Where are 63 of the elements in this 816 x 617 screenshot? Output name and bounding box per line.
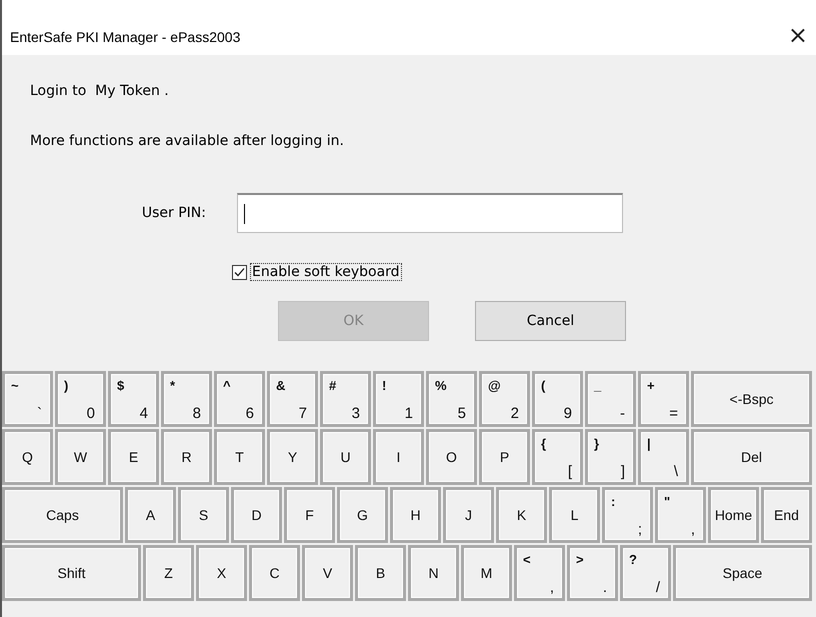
- cancel-button[interactable]: Cancel: [475, 301, 626, 341]
- key[interactable]: > .: [567, 545, 618, 601]
- checkbox-label[interactable]: Enable soft keyboard: [250, 263, 402, 281]
- key[interactable]: U: [320, 429, 371, 485]
- key[interactable]: F: [284, 487, 335, 543]
- key[interactable]: O: [426, 429, 477, 485]
- key[interactable]: ! 1: [373, 371, 424, 427]
- key[interactable]: Space: [673, 545, 812, 601]
- key[interactable]: X: [196, 545, 247, 601]
- key[interactable]: D: [231, 487, 282, 543]
- checkbox[interactable]: [232, 264, 247, 280]
- key[interactable]: G: [337, 487, 388, 543]
- window-title: EnterSafe PKI Manager - ePass2003: [10, 29, 240, 45]
- key[interactable]: ? /: [620, 545, 671, 601]
- key[interactable]: & 7: [267, 371, 318, 427]
- key[interactable]: ( 9: [532, 371, 583, 427]
- key[interactable]: Z: [143, 545, 194, 601]
- key[interactable]: Shift: [2, 545, 141, 601]
- key[interactable]: Q: [2, 429, 53, 485]
- key[interactable]: Caps: [2, 487, 123, 543]
- close-button[interactable]: ×: [784, 25, 812, 45]
- key[interactable]: A: [125, 487, 176, 543]
- key[interactable]: H: [390, 487, 441, 543]
- key[interactable]: } ]: [585, 429, 636, 485]
- key[interactable]: * 8: [161, 371, 212, 427]
- key[interactable]: B: [355, 545, 406, 601]
- key[interactable]: { [: [532, 429, 583, 485]
- key[interactable]: T: [214, 429, 265, 485]
- key[interactable]: " ,: [655, 487, 706, 543]
- key[interactable]: C: [249, 545, 300, 601]
- key[interactable]: S: [178, 487, 229, 543]
- key[interactable]: N: [408, 545, 459, 601]
- key[interactable]: P: [479, 429, 530, 485]
- pin-field[interactable]: [237, 193, 623, 233]
- key[interactable]: : ;: [602, 487, 653, 543]
- key[interactable]: L: [549, 487, 600, 543]
- info-text: More functions are available after logging in.: [30, 133, 345, 151]
- key[interactable]: <-Bspc: [691, 371, 812, 427]
- key[interactable]: I: [373, 429, 424, 485]
- key[interactable]: | \: [638, 429, 689, 485]
- pin-label: User PIN:: [140, 205, 207, 221]
- key[interactable]: K: [496, 487, 547, 543]
- key[interactable]: E: [108, 429, 159, 485]
- key[interactable]: J: [443, 487, 494, 543]
- key[interactable]: Home: [708, 487, 759, 543]
- key[interactable]: # 3: [320, 371, 371, 427]
- key[interactable]: < ,: [514, 545, 565, 601]
- key[interactable]: V: [302, 545, 353, 601]
- key[interactable]: % 5: [426, 371, 477, 427]
- key[interactable]: R: [161, 429, 212, 485]
- key[interactable]: W: [55, 429, 106, 485]
- key[interactable]: ~ `: [2, 371, 53, 427]
- key[interactable]: + =: [638, 371, 689, 427]
- login-message: Login to My Token .: [30, 83, 170, 101]
- key[interactable]: ^ 6: [214, 371, 265, 427]
- key[interactable]: Del: [691, 429, 812, 485]
- key[interactable]: $ 4: [108, 371, 159, 427]
- key[interactable]: @ 2: [479, 371, 530, 427]
- key[interactable]: Y: [267, 429, 318, 485]
- key[interactable]: M: [461, 545, 512, 601]
- key[interactable]: ) 0: [55, 371, 106, 427]
- key[interactable]: End: [761, 487, 812, 543]
- key[interactable]: _ -: [585, 371, 636, 427]
